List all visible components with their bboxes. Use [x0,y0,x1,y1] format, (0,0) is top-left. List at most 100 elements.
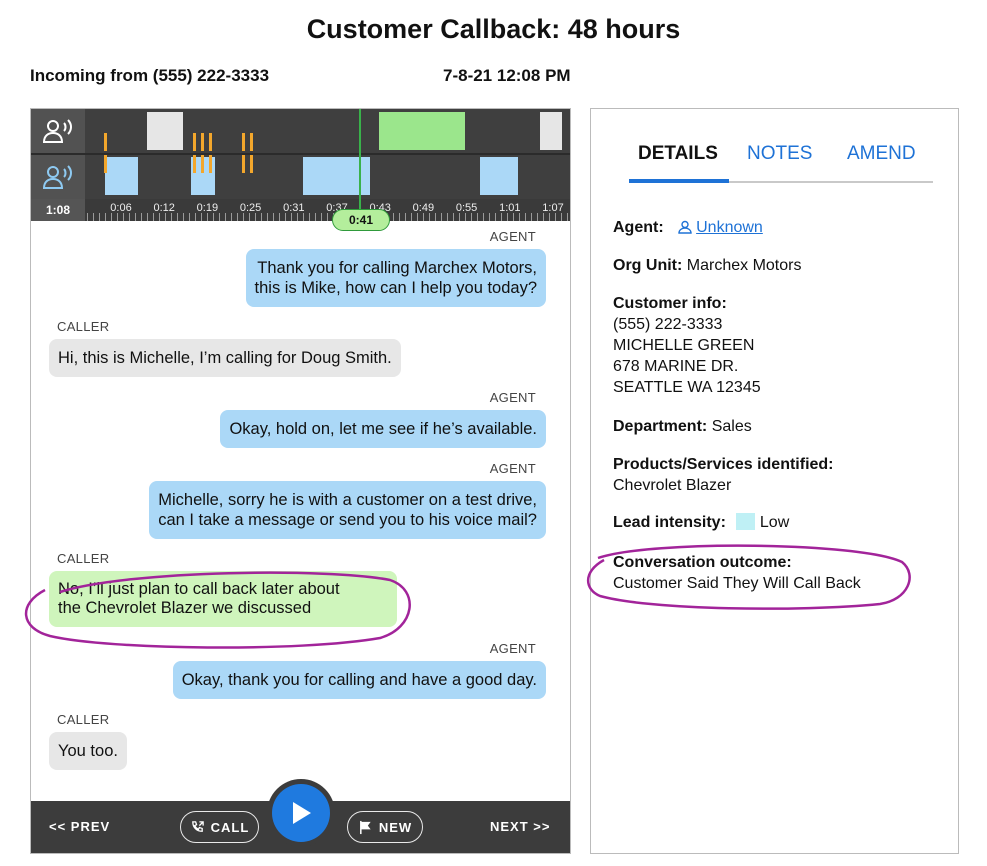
speaker-label: AGENT [489,229,536,244]
event-marker [193,155,196,173]
customer-name: MICHELLE GREEN [613,337,755,354]
tick-label: 0:31 [283,202,305,214]
customer-info-field: Customer info: (555) 222-3333 MICHELLE G… [613,293,761,398]
outcome-field: Conversation outcome: Customer Said They… [613,552,861,594]
call-datetime: 7-8-21 12:08 PM [443,66,571,85]
message-line: the Chevrolet Blazer we discussed [58,599,312,617]
tick-label: 0:19 [196,202,219,214]
field-label: Products/Services identified: [613,456,834,473]
field-value: Marchex Motors [686,257,802,274]
page-title: Customer Callback: 48 hours [306,14,681,44]
new-button[interactable]: NEW [347,811,423,843]
caller-speech-segment [105,157,138,195]
agent-speech-segment [147,112,183,150]
customer-city: SEATTLE WA 12345 [613,379,761,396]
caller-track [87,155,570,199]
incoming-number: Incoming from (555) 222-3333 [30,66,270,85]
speaker-label: AGENT [489,641,536,656]
tab-amend[interactable]: AMEND [847,143,916,165]
ruler-ticks [87,213,570,221]
speaker-label: AGENT [489,461,536,476]
field-label: Org Unit: [613,257,683,274]
event-marker [242,133,245,151]
field-label: Department: [613,418,708,435]
tick-label: 0:06 [110,202,132,214]
total-duration: 1:08 [31,199,85,221]
event-marker [104,155,107,173]
active-tab-indicator [629,179,729,183]
transcript: AGENT Thank you for calling Marchex Moto… [31,227,570,799]
agent-message: Thank you for calling Marchex Motors, th… [245,249,546,307]
message-line: can I take a message or send you to his … [158,511,537,529]
event-marker [104,133,107,151]
call-timeline[interactable]: 1:08 0:06 0:12 0:19 0:25 0:31 0:37 0:43 0:49 0:5… [31,109,570,221]
field-value: Sales [711,418,752,435]
customer-street: 678 MARINE DR. [613,358,739,375]
products-field: Products/Services identified: Chevrolet … [613,454,834,496]
person-icon [678,220,692,234]
event-marker [193,133,196,151]
agent-voice-icon [31,109,85,153]
call-button-label: CALL [210,819,250,835]
event-marker [250,133,253,151]
event-marker [201,133,204,151]
event-marker [250,155,253,173]
playhead-time[interactable]: 0:41 [332,209,390,231]
tick-label: 0:25 [239,202,262,214]
tab-bar: DETAILS NOTES AMEND [629,143,933,183]
message-line: Hi, this is Michelle, I’m calling for Do… [58,349,392,367]
message-line: Thank you for calling Marchex Motors, [257,259,537,277]
call-panel: 1:08 0:06 0:12 0:19 0:25 0:31 0:37 0:43 0:49 0:5… [30,108,571,854]
message-line: Okay, thank you for calling and have a g… [181,671,537,689]
field-value: Customer Said They Will Call Back [613,575,861,592]
tick-label: 1:07 [542,202,564,214]
org-unit-field: Org Unit: Marchex Motors [613,255,801,276]
agent-speech-segment [379,112,465,150]
tab-notes[interactable]: NOTES [747,143,812,165]
field-value: Low [759,514,790,531]
details-panel: DETAILS NOTES AMEND Agent: Unknown Org U… [590,108,959,854]
agent-message: Okay, thank you for calling and have a g… [172,661,546,699]
department-field: Department: Sales [613,416,752,437]
speaker-label: CALLER [57,551,110,566]
message-line: No, I’ll just plan to call back later ab… [58,580,340,598]
speaker-label: CALLER [57,712,110,727]
playhead[interactable] [359,109,361,211]
field-label: Lead intensity: [613,514,726,531]
event-marker [201,155,204,173]
field-value: Chevrolet Blazer [613,477,732,494]
new-button-label: NEW [378,819,413,835]
field-label: Conversation outcome: [613,554,792,571]
agent-message: Okay, hold on, let me see if he’s availa… [220,410,546,448]
tick-label: 0:49 [412,202,435,214]
call-button[interactable]: CALL [180,811,259,843]
play-button-wrap [267,779,335,847]
lead-intensity-swatch [735,513,755,530]
lead-intensity-field: Lead intensity: Low [613,512,789,533]
play-button[interactable] [272,784,330,842]
speaker-label: AGENT [489,390,536,405]
agent-link[interactable]: Unknown [696,219,763,236]
speaker-label: CALLER [57,319,110,334]
field-label: Agent: [613,219,664,236]
tab-details[interactable]: DETAILS [638,143,718,165]
message-line: You too. [58,742,118,760]
message-line: this is Mike, how can I help you today? [254,279,537,297]
message-line: Michelle, sorry he is with a customer on… [158,491,537,509]
agent-field: Agent: Unknown [613,217,763,238]
caller-message-highlighted: No, I’ll just plan to call back later ab… [49,571,397,627]
play-icon [293,802,311,824]
tick-label: 1:01 [499,202,521,214]
field-label: Customer info: [613,295,727,312]
message-line: Okay, hold on, let me see if he’s availa… [229,420,537,438]
agent-message: Michelle, sorry he is with a customer on… [149,481,546,539]
prev-button[interactable]: << PREV [49,819,110,834]
agent-speech-segment [540,112,562,150]
event-marker [209,155,212,173]
player-controls: << PREV CALL NEW NEXT >> [31,779,570,853]
agent-track [87,109,570,153]
caller-message: Hi, this is Michelle, I’m calling for Do… [49,339,401,377]
next-button[interactable]: NEXT >> [490,819,550,834]
flag-icon [359,820,371,834]
tick-label: 0:55 [455,202,478,214]
